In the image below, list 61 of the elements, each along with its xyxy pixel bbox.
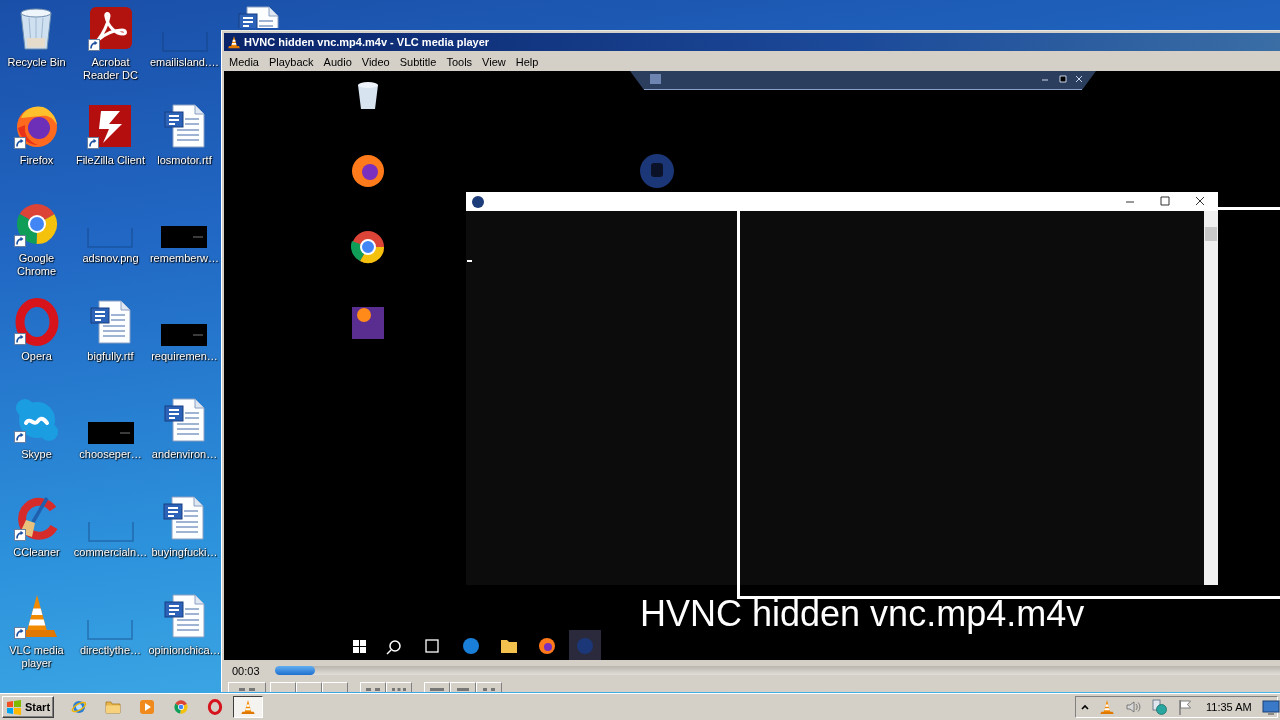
desktop-icon[interactable]: Skype: [12, 396, 61, 461]
dots-icon: [392, 688, 406, 691]
desktop-icon[interactable]: emailisland.…: [149, 4, 220, 69]
start-button[interactable]: Start: [2, 696, 54, 718]
elapsed-time: 00:03: [232, 664, 260, 677]
desktop-icon[interactable]: FileZilla Client: [75, 102, 146, 167]
bar-icon: [430, 688, 444, 691]
windows-logo-icon: [6, 699, 22, 715]
menu-item[interactable]: View: [477, 54, 511, 69]
network-icon[interactable]: [1151, 699, 1167, 715]
flag-icon[interactable]: [1177, 699, 1193, 715]
desktop-icon[interactable]: CCleaner: [12, 494, 61, 559]
control-button[interactable]: [386, 682, 412, 692]
bar-icon: [457, 688, 469, 691]
video-title-overlay: HVNC hidden vnc.mp4.m4v: [640, 594, 1085, 634]
control-button[interactable]: [360, 682, 386, 692]
play-tile-icon[interactable]: [139, 699, 155, 715]
desktop-icon[interactable]: rememberw…: [149, 200, 220, 265]
menu-item[interactable]: Media: [224, 54, 264, 69]
window-title: HVNC hidden vnc.mp4.m4v - VLC media player: [244, 36, 490, 48]
control-button[interactable]: [322, 682, 348, 692]
desktop-icon[interactable]: commercialn…: [74, 494, 147, 559]
desktop-icon[interactable]: buyingfucki…: [151, 494, 218, 559]
speaker-icon[interactable]: [1125, 699, 1141, 715]
desktop-icon[interactable]: Acrobat Reader DC: [74, 4, 147, 82]
menu-item[interactable]: Tools: [441, 54, 478, 69]
control-button[interactable]: [270, 682, 296, 692]
traffic-cone-icon[interactable]: [1099, 699, 1115, 715]
dots-icon: [483, 688, 495, 691]
menu-item[interactable]: Video: [356, 54, 395, 69]
chevron-up-icon[interactable]: [1081, 704, 1089, 710]
desktop-icon[interactable]: adsnov.png: [82, 200, 139, 265]
desktop-icon[interactable]: Recycle Bin: [7, 4, 66, 69]
control-button[interactable]: [450, 682, 476, 692]
globe-ring-icon[interactable]: [71, 699, 87, 715]
desktop-icon[interactable]: losmotor.rtf: [157, 102, 212, 167]
desktop-icon[interactable]: andenviron…: [151, 396, 218, 461]
bars-icon: [366, 688, 380, 691]
traffic-cone-icon: [240, 699, 256, 715]
traffic-cone-icon: [227, 35, 241, 49]
desktop-icon[interactable]: Google Chrome: [0, 200, 73, 278]
menu-item[interactable]: Help: [510, 54, 544, 69]
control-button[interactable]: [476, 682, 502, 692]
bars-icon: [239, 688, 255, 691]
desktop-icon[interactable]: Firefox: [12, 102, 61, 167]
desktop-icon[interactable]: requiremen…: [151, 298, 218, 363]
color-wheel-icon[interactable]: [173, 699, 189, 715]
desktop-icon[interactable]: Opera: [12, 298, 61, 363]
seek-bar[interactable]: [274, 666, 1280, 675]
control-button[interactable]: [424, 682, 450, 692]
desktop-icon[interactable]: bigfully.rtf: [86, 298, 135, 363]
clock: 11:35 AM: [1206, 701, 1252, 713]
monitor-icon[interactable]: [1261, 699, 1280, 715]
control-button[interactable]: [228, 682, 266, 692]
ring-icon[interactable]: [207, 699, 223, 715]
menu-item[interactable]: Subtitle: [394, 54, 442, 69]
taskbar-button[interactable]: [233, 696, 263, 718]
control-button[interactable]: [296, 682, 322, 692]
menu-item[interactable]: Playback: [263, 54, 319, 69]
desktop-icon[interactable]: chooseper…: [79, 396, 142, 461]
menu-item[interactable]: Audio: [318, 54, 357, 69]
